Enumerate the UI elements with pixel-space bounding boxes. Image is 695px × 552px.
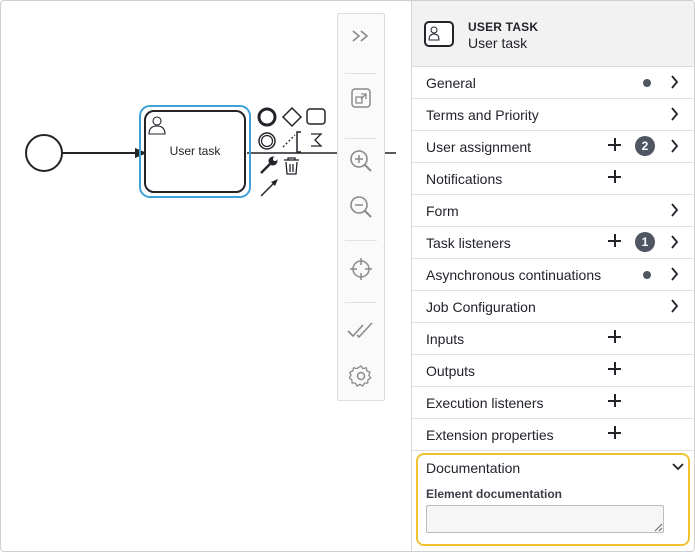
plus-icon[interactable] <box>607 329 623 345</box>
group-label: Asynchronous continuations <box>426 267 602 283</box>
plus-icon[interactable] <box>607 361 623 377</box>
group-terms-and-priority[interactable]: Terms and Priority <box>412 99 694 131</box>
gear-icon[interactable] <box>338 356 384 396</box>
chevron-right-icon[interactable] <box>670 75 680 89</box>
element-type: USER TASK <box>468 20 539 34</box>
chevron-right-icon[interactable] <box>670 203 680 217</box>
group-label: Outputs <box>426 363 476 379</box>
task-icon[interactable] <box>306 108 326 125</box>
plus-icon[interactable] <box>607 393 623 409</box>
canvas-toolbar <box>337 13 385 401</box>
group-user-assignment[interactable]: User assignment 2 <box>412 131 694 163</box>
group-extension-properties[interactable]: Extension properties <box>412 419 694 451</box>
plus-icon[interactable] <box>607 425 623 441</box>
property-groups: General Terms and Priority User assignment… <box>412 67 694 451</box>
documentation-field-label: Element documentation <box>426 487 563 501</box>
end-event-icon[interactable] <box>257 107 277 127</box>
gateway-icon[interactable] <box>281 106 303 128</box>
group-form[interactable]: Form <box>412 195 694 227</box>
documentation-textarea[interactable] <box>426 505 664 533</box>
text-annotation-connector <box>282 134 296 148</box>
group-asynchronous-continuations[interactable]: Asynchronous continuations <box>412 259 694 291</box>
zoom-in-icon[interactable] <box>338 141 384 181</box>
group-label: Notifications <box>426 171 503 187</box>
plus-icon[interactable] <box>607 169 623 185</box>
group-label: Execution listeners <box>426 395 544 411</box>
group-notifications[interactable]: Notifications <box>412 163 694 195</box>
connect-arrow-icon[interactable] <box>260 179 278 197</box>
group-label: Inputs <box>426 331 465 347</box>
context-pad <box>257 106 327 197</box>
documentation-header[interactable]: Documentation <box>426 460 520 476</box>
text-annotation-icon[interactable] <box>296 131 301 153</box>
group-outputs[interactable]: Outputs <box>412 355 694 387</box>
zoom-out-icon[interactable] <box>338 187 384 227</box>
count-badge: 2 <box>635 136 655 156</box>
panel-header: USER TASK User task <box>412 1 694 67</box>
properties-panel: USER TASK User task General Terms and Pri… <box>411 1 694 551</box>
plus-icon[interactable] <box>607 137 623 153</box>
group-label: Terms and Priority <box>426 107 539 123</box>
chevron-right-icon[interactable] <box>670 267 680 281</box>
chevron-right-icon[interactable] <box>670 107 680 121</box>
change-type-icon[interactable] <box>305 129 327 151</box>
documentation-group: Documentation Element documentation <box>416 453 690 546</box>
group-label: Job Configuration <box>426 299 536 315</box>
fit-viewport-icon[interactable] <box>338 78 384 118</box>
user-task-label: User task <box>169 144 221 158</box>
chevron-down-icon[interactable] <box>672 462 684 472</box>
user-task-icon <box>424 21 454 47</box>
chevron-right-icon[interactable] <box>670 139 680 153</box>
plus-icon[interactable] <box>607 233 623 249</box>
group-label: User assignment <box>426 139 532 155</box>
wrench-icon[interactable] <box>260 156 278 174</box>
group-general[interactable]: General <box>412 67 694 99</box>
start-event[interactable] <box>25 134 63 172</box>
group-execution-listeners[interactable]: Execution listeners <box>412 387 694 419</box>
chevron-right-icon[interactable] <box>670 235 680 249</box>
group-label: General <box>426 75 476 91</box>
resize-grip-icon[interactable] <box>654 523 663 532</box>
data-marker-dot <box>643 79 651 87</box>
trash-icon[interactable] <box>284 157 299 175</box>
element-name: User task <box>468 35 528 51</box>
group-job-configuration[interactable]: Job Configuration <box>412 291 694 323</box>
group-label: Form <box>426 203 459 219</box>
chevron-right-icon[interactable] <box>670 299 680 313</box>
group-label: Extension properties <box>426 427 554 443</box>
double-check-icon[interactable] <box>338 311 384 351</box>
crosshair-icon[interactable] <box>338 249 384 289</box>
group-label: Task listeners <box>426 235 511 251</box>
data-marker-dot <box>643 271 651 279</box>
count-badge: 1 <box>635 232 655 252</box>
app-window: User task USER TASK User task General Te… <box>0 0 695 552</box>
group-task-listeners[interactable]: Task listeners 1 <box>412 227 694 259</box>
group-inputs[interactable]: Inputs <box>412 323 694 355</box>
double-chevron-right-icon[interactable] <box>338 16 384 56</box>
